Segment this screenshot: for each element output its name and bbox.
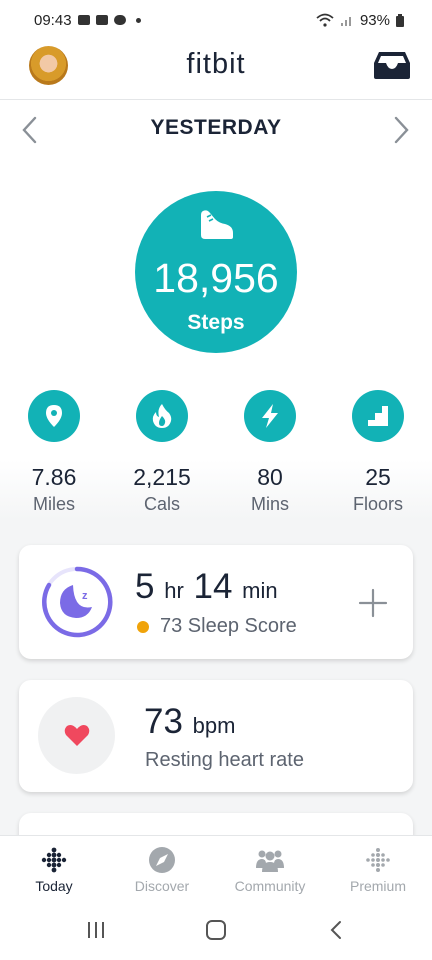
stat-label: Miles — [32, 494, 75, 514]
premium-dots-icon — [366, 848, 390, 872]
calendar-notification-icon — [95, 15, 108, 25]
bpm-value: 73 — [144, 702, 183, 741]
nav-label: Today — [35, 878, 73, 894]
heart-icon — [64, 725, 89, 746]
status-bar: 09:43 93% — [0, 0, 432, 40]
app-title: fitbit — [186, 48, 246, 80]
nav-label: Discover — [134, 878, 190, 894]
recent-apps-icon[interactable] — [86, 920, 106, 940]
stat-label: Cals — [143, 494, 180, 514]
stat-active-minutes[interactable]: 80 Mins — [220, 390, 320, 515]
stat-calories[interactable]: 2,215 Cals — [112, 390, 212, 515]
nav-today[interactable]: Today — [0, 836, 108, 901]
shoe-icon — [201, 210, 233, 239]
sleep-score: 73 Sleep Score — [160, 615, 297, 637]
svg-text:z: z — [82, 590, 88, 602]
steps-unit: Steps — [187, 311, 245, 334]
sleep-minutes: 14 — [193, 567, 233, 606]
more-notifications-icon — [135, 17, 141, 23]
nav-label: Premium — [349, 878, 406, 894]
lightning-icon — [244, 390, 296, 442]
location-pin-icon — [28, 390, 80, 442]
compass-icon — [149, 847, 175, 873]
add-sleep-button[interactable] — [357, 587, 389, 619]
heart-rate-label: Resting heart rate — [145, 749, 304, 771]
stat-miles[interactable]: 7.86 Miles — [4, 390, 104, 515]
inbox-icon[interactable] — [373, 50, 411, 80]
wifi-icon — [316, 13, 334, 27]
stat-floors[interactable]: 25 Floors — [328, 390, 428, 515]
steps-value: 18,956 — [153, 255, 279, 301]
app-header: fitbit — [0, 40, 432, 100]
sleep-duration: 5 hr 14 min — [135, 567, 278, 607]
stat-value: 7.86 — [31, 464, 77, 490]
back-icon[interactable] — [328, 920, 344, 940]
battery-percent: 93% — [359, 11, 390, 29]
signal-icon — [340, 17, 351, 26]
community-icon — [256, 850, 284, 872]
system-navigation-bar — [0, 900, 432, 960]
bottom-navigation: Today Discover Community Premium — [0, 835, 432, 900]
bpm-unit: bpm — [192, 713, 236, 738]
sleep-score-row: 73 Sleep Score — [137, 615, 297, 638]
status-time: 09:43 — [34, 11, 72, 29]
stat-label: Mins — [250, 494, 289, 514]
date-label: YESTERDAY — [150, 116, 282, 139]
steps-tile[interactable]: 18,956 Steps — [135, 191, 297, 353]
sleep-hours-unit: hr — [164, 578, 184, 603]
stairs-icon — [352, 390, 404, 442]
nav-premium[interactable]: Premium — [324, 836, 432, 901]
stat-value: 80 — [257, 464, 283, 490]
nav-label: Community — [234, 878, 306, 894]
stat-value: 25 — [365, 464, 391, 490]
heart-icon-circle — [38, 697, 115, 774]
battery-icon — [396, 13, 404, 27]
score-dot — [137, 620, 149, 633]
sleep-ring: z — [42, 566, 113, 638]
chevron-right-icon[interactable] — [393, 116, 411, 144]
fitbit-dots-icon — [41, 847, 67, 873]
youtube-notification-icon — [77, 15, 90, 25]
stat-label: Floors — [352, 494, 403, 514]
heart-rate-card[interactable]: 73 bpm Resting heart rate — [19, 680, 413, 792]
flame-icon — [136, 390, 188, 442]
sleep-card[interactable]: z 5 hr 14 min 73 Sleep Score — [19, 545, 413, 659]
date-navigation: YESTERDAY — [0, 100, 432, 158]
status-right: 93% — [316, 12, 404, 29]
nav-community[interactable]: Community — [216, 836, 324, 901]
home-icon[interactable] — [205, 920, 227, 940]
status-left: 09:43 — [34, 12, 141, 29]
nav-discover[interactable]: Discover — [108, 836, 216, 901]
heart-rate-value: 73 bpm — [144, 702, 235, 742]
stat-value: 2,215 — [133, 464, 191, 490]
sleep-hours: 5 — [135, 567, 155, 606]
sleep-minutes-unit: min — [242, 578, 278, 603]
cloud-notification-icon — [113, 15, 126, 25]
